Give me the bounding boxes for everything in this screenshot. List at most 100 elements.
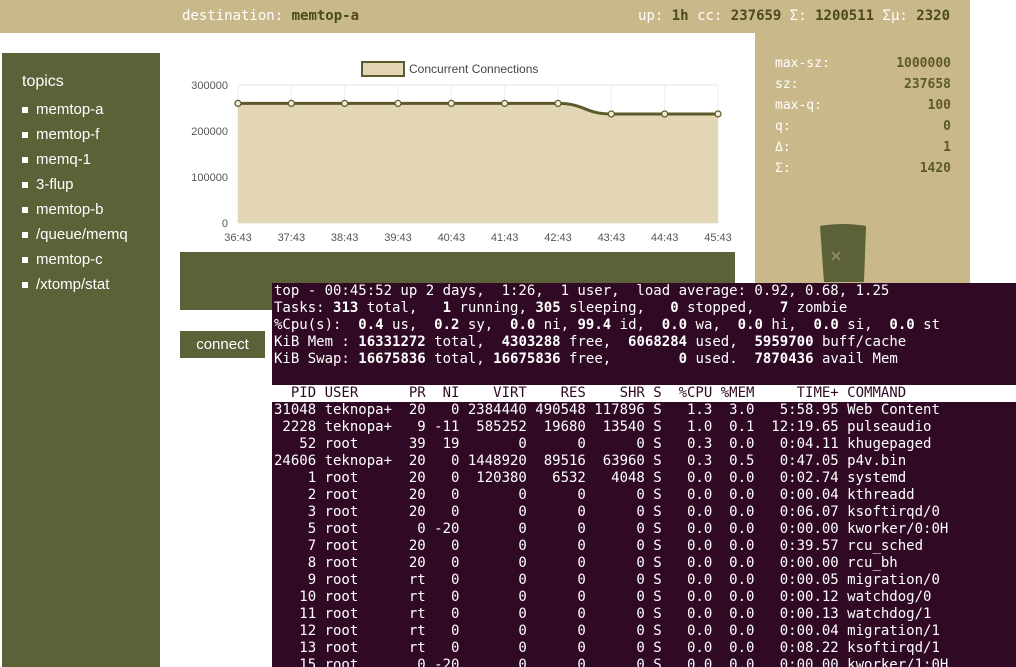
legend-swatch — [361, 61, 405, 77]
sigma-value: 1200511 — [815, 8, 875, 24]
process-row: 3 root 20 0 0 0 0 S 0.0 0.0 0:06.07 ksof… — [274, 504, 940, 520]
process-row: 11 root rt 0 0 0 0 S 0.0 0.0 0:00.13 wat… — [274, 606, 932, 622]
topic-item[interactable]: memtop-a — [22, 97, 128, 122]
topic-label[interactable]: memtop-b — [36, 200, 104, 220]
uptime-label: up: — [638, 8, 664, 24]
data-point — [287, 99, 295, 108]
y-tick-label: 100000 — [191, 172, 228, 184]
process-row: 1 root 20 0 120380 6532 4048 S 0.0 0.0 0… — [274, 470, 907, 486]
stat-row-q: q: 0 — [775, 119, 951, 134]
boot-icon — [820, 224, 866, 282]
destination: destination: memtop-a — [182, 8, 359, 24]
stat-value: 0 — [943, 119, 951, 134]
sigmamu-label: Σμ: — [882, 8, 908, 24]
process-row: 10 root rt 0 0 0 0 S 0.0 0.0 0:00.12 wat… — [274, 589, 932, 605]
topic-label[interactable]: memq-1 — [36, 150, 91, 170]
legend-label: Concurrent Connections — [409, 62, 538, 76]
process-row: 7 root 20 0 0 0 0 S 0.0 0.0 0:39.57 rcu_… — [274, 538, 924, 554]
stat-value: 100 — [927, 98, 951, 113]
x-tick-label: 45:43 — [704, 232, 732, 244]
x-axis-ticks: 36:43 37:43 38:43 39:43 40:43 41:43 42:43 43:43… — [224, 232, 732, 244]
topic-item[interactable]: /queue/memq — [22, 222, 128, 247]
stat-label: q: — [775, 119, 791, 134]
data-point — [501, 99, 509, 108]
bullet-icon — [22, 256, 28, 263]
data-point — [607, 110, 615, 118]
destination-label: destination: — [182, 8, 284, 24]
bullet-icon — [22, 106, 28, 113]
process-row: 12 root rt 0 0 0 0 S 0.0 0.0 0:00.04 mig… — [274, 623, 940, 639]
destination-value: memtop-a — [291, 8, 360, 24]
process-row: 8 root 20 0 0 0 0 S 0.0 0.0 0:00.00 rcu_… — [274, 555, 898, 571]
stat-label: max-q: — [775, 98, 822, 113]
topic-label[interactable]: memtop-a — [36, 100, 104, 120]
sigmamu-value: 2320 — [916, 8, 950, 24]
header-stats: up: 1h cc: 237659 Σ: 1200511 Σμ: 2320 — [638, 8, 950, 24]
bullet-icon — [22, 181, 28, 188]
stat-value: 237658 — [904, 77, 951, 92]
data-point — [714, 110, 722, 118]
topic-label[interactable]: 3-flup — [36, 175, 74, 195]
stat-row-sigma: Σ: 1420 — [775, 161, 951, 176]
topics-title: topics — [22, 73, 64, 90]
sigma-label: Σ: — [789, 8, 807, 24]
stat-value: 1000000 — [896, 56, 951, 71]
process-row: 2228 teknopa+ 9 -11 585252 19680 13540 S… — [274, 419, 932, 435]
y-tick-label: 300000 — [191, 80, 228, 92]
process-row: 15 root 0 -20 0 0 0 S 0.0 0.0 0:00.00 kw… — [274, 657, 949, 667]
data-point — [661, 110, 669, 118]
y-tick-label: 200000 — [191, 126, 228, 138]
tasks-line: Tasks: 313 total, 1 running, 305 sleepin… — [274, 300, 848, 316]
x-tick-label: 37:43 — [278, 232, 306, 244]
connect-button[interactable]: connect — [180, 331, 265, 358]
x-tick-label: 44:43 — [651, 232, 679, 244]
topic-item[interactable]: /xtomp/stat — [22, 272, 128, 297]
x-tick-label: 41:43 — [491, 232, 519, 244]
process-row: 2 root 20 0 0 0 0 S 0.0 0.0 0:00.04 kthr… — [274, 487, 915, 503]
topic-item[interactable]: memtop-c — [22, 247, 128, 272]
topics-sidebar: topics memtop-a memtop-f memq-1 3-flup m… — [2, 53, 160, 667]
x-tick-label: 42:43 — [544, 232, 572, 244]
uptime-value: 1h — [671, 8, 689, 24]
stat-label: Σ: — [775, 161, 791, 176]
topic-label[interactable]: memtop-f — [36, 125, 99, 145]
topic-item[interactable]: memtop-f — [22, 122, 128, 147]
bullet-icon — [22, 231, 28, 238]
x-tick-label: 40:43 — [438, 232, 466, 244]
topic-label[interactable]: /queue/memq — [36, 225, 128, 245]
bullet-icon — [22, 206, 28, 213]
stat-row-delta: Δ: 1 — [775, 140, 951, 155]
data-point — [394, 99, 402, 108]
process-row: 9 root rt 0 0 0 0 S 0.0 0.0 0:00.05 migr… — [274, 572, 940, 588]
connections-chart: Concurrent Connections 0 100000 200000 3000… — [191, 61, 732, 244]
topics-list: memtop-a memtop-f memq-1 3-flup memtop-b… — [22, 97, 128, 297]
mem-line: KiB Mem : 16331272 total, 4303288 free, … — [274, 334, 907, 350]
data-point — [554, 99, 562, 108]
bullet-icon — [22, 131, 28, 138]
stat-label: sz: — [775, 77, 799, 92]
topic-item[interactable]: memq-1 — [22, 147, 128, 172]
x-tick-label: 39:43 — [384, 232, 412, 244]
topic-label[interactable]: memtop-c — [36, 250, 103, 270]
y-tick-label: 0 — [222, 218, 228, 230]
swap-line: KiB Swap: 16675836 total, 16675836 free,… — [274, 351, 898, 367]
bullet-icon — [22, 156, 28, 163]
process-row: 52 root 39 19 0 0 0 S 0.3 0.0 0:04.11 kh… — [274, 436, 932, 452]
topic-label[interactable]: /xtomp/stat — [36, 275, 109, 295]
stat-row-max-sz: max-sz: 1000000 — [775, 56, 951, 71]
cc-value: 237659 — [730, 8, 782, 24]
process-table-header: PID USER PR NI VIRT RES SHR S %CPU %MEM … — [272, 385, 1016, 402]
y-axis-ticks: 0 100000 200000 300000 — [191, 80, 228, 230]
process-row: 13 root rt 0 0 0 0 S 0.0 0.0 0:08.22 kso… — [274, 640, 940, 656]
topic-item[interactable]: 3-flup — [22, 172, 128, 197]
cpu-line: %Cpu(s): 0.4 us, 0.2 sy, 0.0 ni, 99.4 id… — [274, 317, 941, 333]
topic-item[interactable]: memtop-b — [22, 197, 128, 222]
top-terminal: top - 00:45:52 up 2 days, 1:26, 1 user, … — [272, 283, 1016, 667]
stat-value: 1420 — [919, 161, 951, 176]
x-tick-label: 36:43 — [224, 232, 252, 244]
stat-value: 1 — [943, 140, 951, 155]
x-tick-label: 38:43 — [331, 232, 359, 244]
stat-row-max-q: max-q: 100 — [775, 98, 951, 113]
process-row: 5 root 0 -20 0 0 0 S 0.0 0.0 0:00.00 kwo… — [274, 521, 949, 537]
